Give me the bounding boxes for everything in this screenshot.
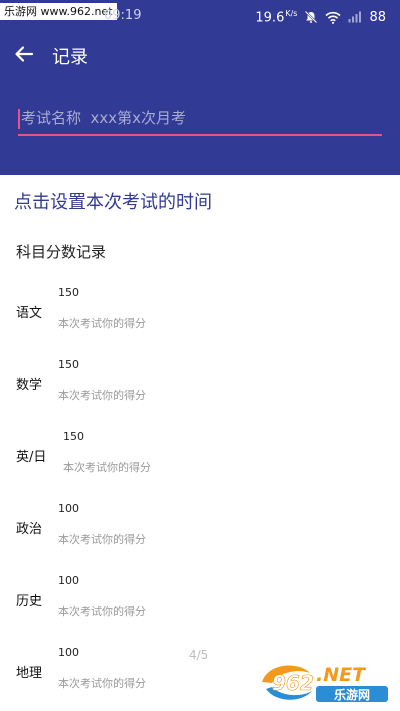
subject-row-math: 数学 150 xyxy=(0,358,400,418)
svg-text:.NET: .NET xyxy=(316,664,367,686)
full-score: 100 xyxy=(58,574,79,587)
app-bar: 乐游网 www.962.net 09:19 19.6K/s 88 记录 考试名称… xyxy=(0,0,400,175)
subject-label: 数学 xyxy=(16,378,43,393)
network-speed: 19.6K/s xyxy=(255,9,298,26)
status-icons: 19.6K/s 88 xyxy=(255,9,386,25)
back-button[interactable] xyxy=(12,42,36,66)
subject-row-history: 历史 100 xyxy=(0,574,400,634)
full-score: 100 xyxy=(58,646,79,659)
text-cursor xyxy=(18,109,20,129)
subject-label: 英/日 xyxy=(16,450,47,465)
full-score: 150 xyxy=(58,286,79,299)
subject-row-chinese: 语文 150 xyxy=(0,286,400,346)
full-score: 150 xyxy=(63,430,84,443)
exam-name-underline xyxy=(18,134,382,136)
subject-label: 历史 xyxy=(16,594,43,609)
subject-label: 地理 xyxy=(16,666,43,681)
arrow-left-icon xyxy=(15,46,34,62)
subject-label: 语文 xyxy=(16,306,43,321)
subject-row-politics: 政治 100 xyxy=(0,502,400,562)
score-input-chinese[interactable] xyxy=(58,314,208,332)
full-score: 150 xyxy=(58,358,79,371)
subject-label: 政治 xyxy=(16,522,43,537)
exam-name-input[interactable] xyxy=(21,104,379,132)
page-indicator: 4/5 xyxy=(189,648,209,662)
status-bar: 乐游网 www.962.net 09:19 19.6K/s 88 xyxy=(0,0,400,34)
subject-row-english-japanese: 英/日 150 xyxy=(0,430,400,490)
full-score: 100 xyxy=(58,502,79,515)
score-input-english-japanese[interactable] xyxy=(63,458,213,476)
battery-level: 88 xyxy=(369,9,386,25)
exam-name-field xyxy=(18,104,382,136)
mute-icon xyxy=(304,10,318,24)
score-input-math[interactable] xyxy=(58,386,208,404)
watermark-top: 乐游网 www.962.net xyxy=(0,3,117,20)
watermark-logo: 962 .NET 乐游网 xyxy=(262,664,388,702)
set-exam-time-button[interactable]: 点击设置本次考试的时间 xyxy=(14,188,212,214)
signal-icon xyxy=(348,11,362,23)
score-input-history[interactable] xyxy=(58,602,208,620)
toolbar: 记录 xyxy=(0,34,400,74)
status-time: 09:19 xyxy=(104,8,142,23)
score-input-geography[interactable] xyxy=(58,674,208,692)
score-input-politics[interactable] xyxy=(58,530,208,548)
page-title: 记录 xyxy=(52,47,88,68)
svg-text:962: 962 xyxy=(272,671,314,695)
wifi-icon xyxy=(325,11,342,24)
section-title-scores: 科目分数记录 xyxy=(16,243,107,261)
svg-text:乐游网: 乐游网 xyxy=(334,687,370,702)
